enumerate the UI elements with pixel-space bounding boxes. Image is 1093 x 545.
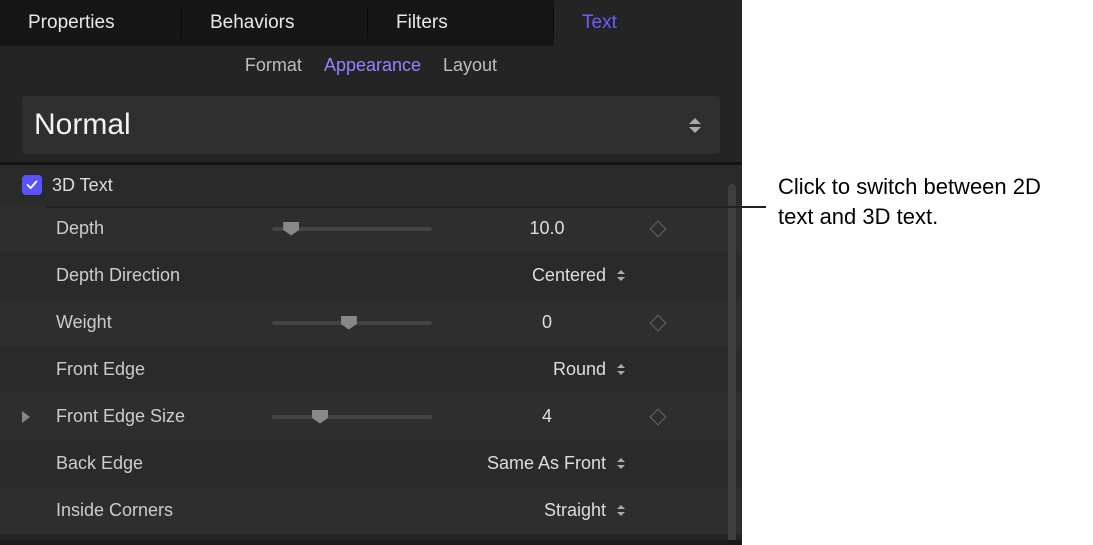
weight-value[interactable]: 0 xyxy=(462,312,632,333)
subtab-appearance[interactable]: Appearance xyxy=(324,55,421,76)
inspector-content: Normal 3D Text Depth 10.0 Depth Directio… xyxy=(0,84,742,540)
preset-dropdown[interactable]: Normal xyxy=(22,96,720,154)
front-edge-size-value[interactable]: 4 xyxy=(462,406,632,427)
preset-label: Normal xyxy=(34,108,131,142)
subtab-format[interactable]: Format xyxy=(245,55,302,76)
tab-behaviors[interactable]: Behaviors xyxy=(182,0,368,46)
depth-value[interactable]: 10.0 xyxy=(462,218,632,239)
param-row-depth-direction: Depth Direction Centered xyxy=(0,252,742,299)
3d-text-label: 3D Text xyxy=(52,175,113,196)
updown-icon xyxy=(614,270,628,281)
3d-text-toggle-row: 3D Text xyxy=(0,165,742,205)
back-edge-label: Back Edge xyxy=(52,453,272,474)
depth-slider[interactable] xyxy=(272,219,462,239)
front-edge-dropdown[interactable]: Round xyxy=(462,359,632,380)
param-row-inside-corners: Inside Corners Straight xyxy=(0,487,742,534)
inside-corners-label: Inside Corners xyxy=(52,500,272,521)
param-row-weight: Weight 0 xyxy=(0,299,742,346)
weight-label: Weight xyxy=(52,312,272,333)
subtab-layout[interactable]: Layout xyxy=(443,55,497,76)
front-edge-size-label: Front Edge Size xyxy=(52,406,272,427)
updown-icon xyxy=(614,505,628,516)
main-tab-bar: Properties Behaviors Filters Text xyxy=(0,0,742,46)
keyframe-icon[interactable] xyxy=(650,408,667,425)
param-row-depth: Depth 10.0 xyxy=(0,205,742,252)
subtab-bar: Format Appearance Layout xyxy=(0,46,742,84)
weight-slider[interactable] xyxy=(272,313,462,333)
back-edge-dropdown[interactable]: Same As Front xyxy=(462,453,632,474)
depth-direction-dropdown[interactable]: Centered xyxy=(462,265,632,286)
depth-direction-label: Depth Direction xyxy=(52,265,272,286)
3d-text-checkbox[interactable] xyxy=(22,175,42,195)
front-edge-label: Front Edge xyxy=(52,359,272,380)
slider-thumb[interactable] xyxy=(283,222,299,236)
callout-text: Click to switch between 2D text and 3D t… xyxy=(778,172,1078,231)
checkmark-icon xyxy=(25,178,39,192)
depth-label: Depth xyxy=(52,218,272,239)
disclosure-triangle[interactable] xyxy=(22,411,30,423)
keyframe-icon[interactable] xyxy=(650,314,667,331)
front-edge-size-slider[interactable] xyxy=(272,407,462,427)
tab-filters[interactable]: Filters xyxy=(368,0,554,46)
param-row-front-edge-size: Front Edge Size 4 xyxy=(0,393,742,440)
tab-properties[interactable]: Properties xyxy=(0,0,182,46)
slider-thumb[interactable] xyxy=(312,410,328,424)
inside-corners-dropdown[interactable]: Straight xyxy=(462,500,632,521)
keyframe-icon[interactable] xyxy=(650,220,667,237)
callout-leader-line xyxy=(46,206,766,208)
param-row-back-edge: Back Edge Same As Front xyxy=(0,440,742,487)
updown-icon xyxy=(688,118,702,133)
updown-icon xyxy=(614,364,628,375)
inspector-panel: Properties Behaviors Filters Text Format… xyxy=(0,0,742,540)
updown-icon xyxy=(614,458,628,469)
tab-text[interactable]: Text xyxy=(554,0,742,46)
slider-thumb[interactable] xyxy=(341,316,357,330)
scrollbar-thumb[interactable] xyxy=(728,184,736,540)
param-row-front-edge: Front Edge Round xyxy=(0,346,742,393)
